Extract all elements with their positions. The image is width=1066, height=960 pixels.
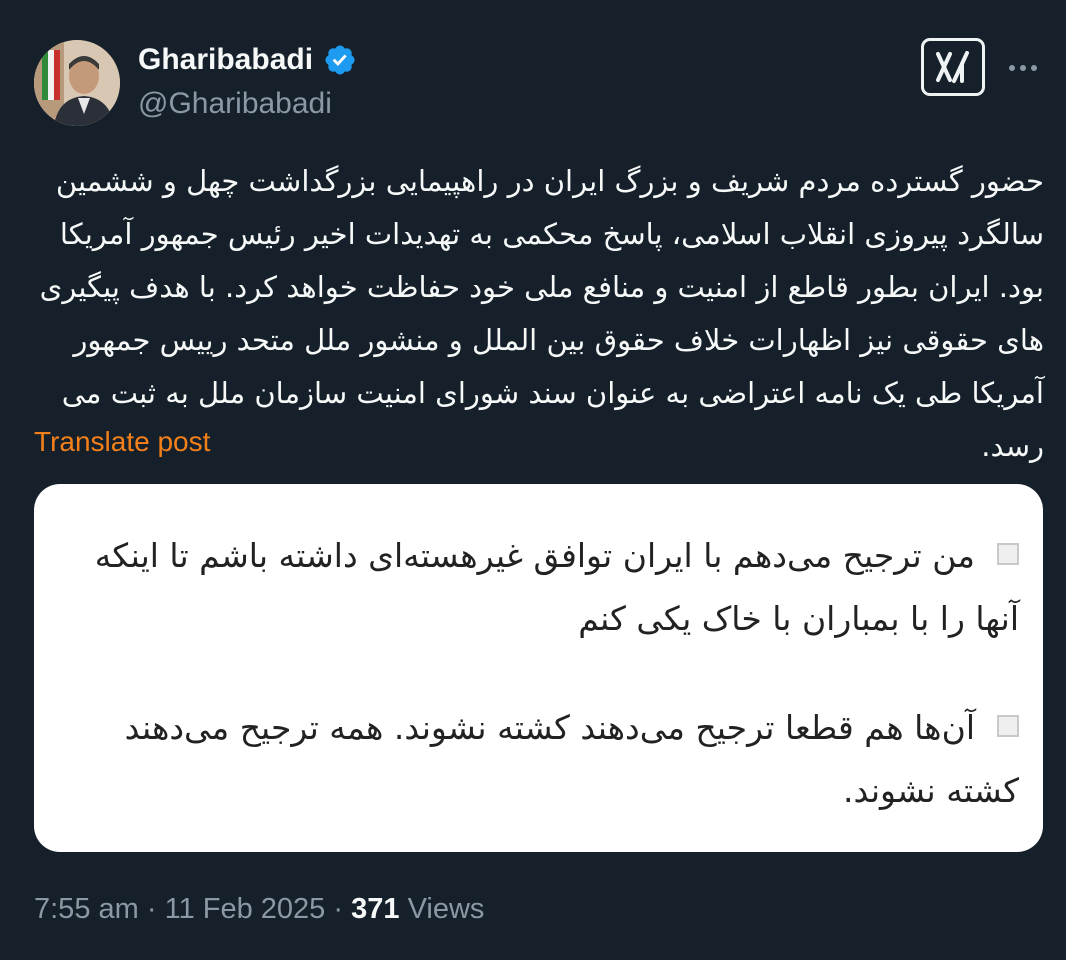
checkbox-icon — [997, 542, 1019, 565]
author-name-row: Gharibabadi — [138, 40, 357, 80]
checkbox-icon — [997, 714, 1019, 737]
media-item-1: من ترجیح می‌دهم با ایران توافق غیرهسته‌ا… — [64, 524, 1019, 650]
media-item-2: آن‌ها هم قطعا ترجیح می‌دهند کشته نشوند. … — [64, 696, 1019, 822]
author-display-name[interactable]: Gharibabadi — [138, 40, 313, 80]
more-icon — [1009, 65, 1015, 71]
verified-badge-icon — [323, 43, 357, 77]
media-item-2-text: آن‌ها هم قطعا ترجیح می‌دهند کشته نشوند. … — [124, 708, 1019, 810]
tweet-time[interactable]: 7:55 am — [34, 893, 139, 925]
avatar[interactable] — [34, 40, 120, 126]
views-count: 371 — [351, 893, 400, 925]
meta-separator: · — [333, 893, 344, 925]
grok-button[interactable] — [921, 38, 985, 96]
grok-icon — [936, 51, 969, 83]
author-handle[interactable]: @Gharibabadi — [138, 84, 332, 124]
tweet-date[interactable]: 11 Feb 2025 — [165, 893, 326, 925]
more-options-button[interactable] — [1003, 50, 1043, 86]
views-label: Views — [407, 893, 485, 925]
meta-separator: · — [146, 893, 157, 925]
avatar-image — [34, 40, 120, 126]
media-item-1-text: من ترجیح می‌دهم با ایران توافق غیرهسته‌ا… — [94, 536, 1019, 638]
translate-post-link[interactable]: Translate post — [34, 424, 210, 460]
tweet-meta: 7:55 am · 11 Feb 2025 · 371 Views — [34, 890, 484, 928]
tweet-card: Gharibabadi @Gharibabadi حضور گسترده مرد… — [0, 0, 1066, 960]
media-image[interactable]: من ترجیح می‌دهم با ایران توافق غیرهسته‌ا… — [34, 484, 1043, 852]
